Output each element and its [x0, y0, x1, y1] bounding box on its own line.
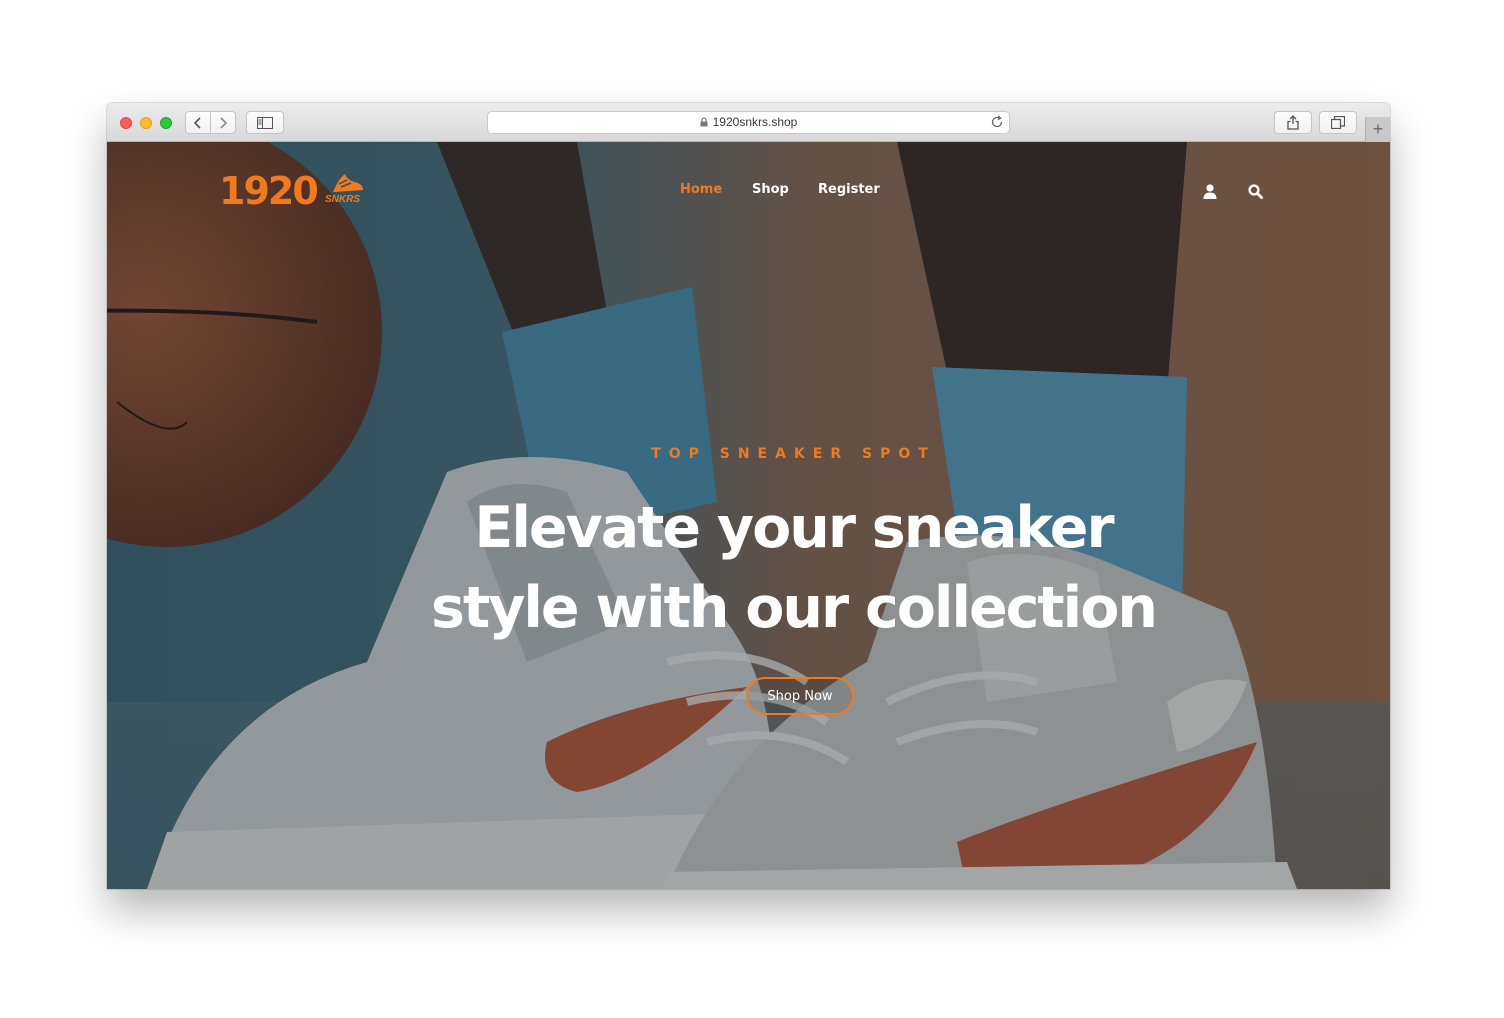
shop-now-button[interactable]: Shop Now — [746, 677, 854, 715]
browser-window: 1920snkrs.shop + 1920 SNKRS Home Shop Re… — [107, 103, 1390, 889]
share-icon — [1287, 115, 1299, 130]
logo-number: 1920 — [219, 169, 319, 213]
user-icon[interactable] — [1203, 184, 1217, 199]
lock-icon — [700, 117, 708, 127]
sidebar-icon — [257, 116, 273, 129]
logo-suffix: SNKRS — [325, 194, 361, 205]
share-button[interactable] — [1274, 111, 1312, 134]
search-icon[interactable] — [1248, 184, 1263, 199]
hero-eyebrow: TOP SNEAKER SPOT — [651, 446, 936, 462]
nav-shop-link[interactable]: Shop — [752, 182, 789, 197]
sidebar-toggle-button[interactable] — [246, 111, 284, 134]
page-viewport: 1920 SNKRS Home Shop Register TOP SNEAKE… — [107, 142, 1390, 889]
sneaker-logo-icon — [333, 174, 363, 192]
zoom-window-button[interactable] — [160, 117, 172, 129]
browser-toolbar: 1920snkrs.shop + — [107, 103, 1390, 142]
nav-home-link[interactable]: Home — [680, 182, 722, 197]
forward-button[interactable] — [210, 111, 236, 134]
url-text: 1920snkrs.shop — [712, 115, 798, 129]
back-button[interactable] — [185, 111, 211, 134]
address-bar[interactable]: 1920snkrs.shop — [487, 111, 1010, 134]
site-logo[interactable]: 1920 SNKRS — [219, 170, 369, 212]
chevron-left-icon — [193, 116, 201, 129]
new-tab-button[interactable]: + — [1365, 117, 1390, 142]
reload-icon[interactable] — [990, 115, 1004, 129]
plus-icon: + — [1372, 119, 1384, 139]
close-window-button[interactable] — [120, 117, 132, 129]
tabs-icon — [1331, 116, 1345, 129]
minimize-window-button[interactable] — [140, 117, 152, 129]
chevron-right-icon — [220, 116, 228, 129]
nav-register-link[interactable]: Register — [818, 182, 880, 197]
hero-headline: Elevate your sneaker style with our coll… — [431, 495, 1158, 641]
address-bar-content: 1920snkrs.shop — [488, 112, 1009, 133]
show-tabs-button[interactable] — [1319, 111, 1357, 134]
